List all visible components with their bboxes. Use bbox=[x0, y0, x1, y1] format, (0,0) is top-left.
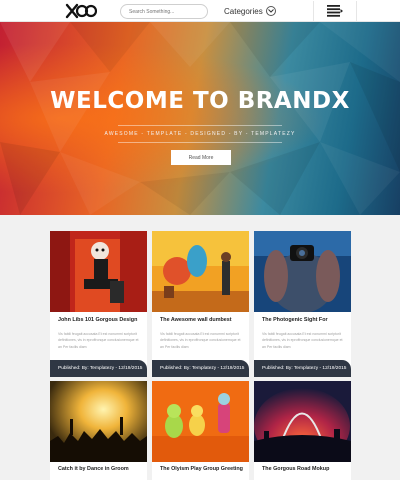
hero-background-pattern bbox=[0, 22, 400, 215]
card-title[interactable]: The Gorgous Road Mokup bbox=[262, 466, 348, 472]
card-published-meta: Published: By: Templatezy - 12/19/2015 bbox=[50, 360, 147, 377]
card-title[interactable]: The Photogenic Sight For bbox=[262, 317, 348, 323]
card-title[interactable]: The Awesome wall dumbest bbox=[160, 317, 246, 323]
hero-divider-bottom bbox=[118, 142, 282, 143]
post-card[interactable]: The Olyism Play Group Greeting bbox=[152, 381, 249, 480]
categories-dropdown[interactable]: Categories bbox=[224, 4, 276, 18]
post-card[interactable]: Catch it by Dance in Groom bbox=[50, 381, 147, 480]
hamburger-menu-button[interactable] bbox=[313, 1, 357, 21]
card-image-performer[interactable] bbox=[50, 231, 147, 312]
card-description: Vis fabili feugait accusata Et est nonum… bbox=[262, 332, 343, 349]
hero-banner: WELCOME TO BRANDX AWESOME - TEMPLATE - D… bbox=[0, 22, 400, 215]
brand-logo[interactable] bbox=[65, 3, 98, 19]
card-image-photographer[interactable] bbox=[254, 231, 351, 312]
card-image-graffiti[interactable] bbox=[152, 231, 249, 312]
top-header: Categories bbox=[0, 0, 400, 22]
hero-divider-top bbox=[118, 125, 282, 126]
read-more-button[interactable]: Read More bbox=[171, 150, 231, 165]
hero-subtitle: AWESOME - TEMPLATE - DESIGNED - BY - TEM… bbox=[104, 131, 296, 137]
hamburger-menu-icon bbox=[327, 5, 343, 17]
card-title[interactable]: John Libs 101 Gorgous Design bbox=[58, 317, 144, 323]
post-card[interactable]: The Photogenic Sight For Vis fabili feug… bbox=[254, 231, 351, 377]
post-card[interactable]: The Gorgous Road Mokup bbox=[254, 381, 351, 480]
card-title[interactable]: The Olyism Play Group Greeting bbox=[160, 466, 246, 472]
search-input[interactable] bbox=[120, 4, 208, 19]
card-title[interactable]: Catch it by Dance in Groom bbox=[58, 466, 144, 472]
card-image-city-arch[interactable] bbox=[254, 381, 351, 462]
card-description: Vis fabili feugait accusata Et est nonum… bbox=[58, 332, 139, 349]
card-published-meta: Published: By: Templatezy - 12/19/2015 bbox=[254, 360, 351, 377]
card-published-meta: Published: By: Templatezy - 12/19/2015 bbox=[152, 360, 249, 377]
hero-title: WELCOME TO BRANDX bbox=[50, 88, 350, 114]
card-image-concert[interactable] bbox=[50, 381, 147, 462]
post-card[interactable]: John Libs 101 Gorgous Design Vis fabili … bbox=[50, 231, 147, 377]
post-card[interactable]: The Awesome wall dumbest Vis fabili feug… bbox=[152, 231, 249, 377]
categories-label: Categories bbox=[224, 6, 263, 16]
card-description: Vis fabili feugait accusata Et est nonum… bbox=[160, 332, 241, 349]
card-image-toys[interactable] bbox=[152, 381, 249, 462]
chevron-down-icon bbox=[265, 6, 276, 16]
